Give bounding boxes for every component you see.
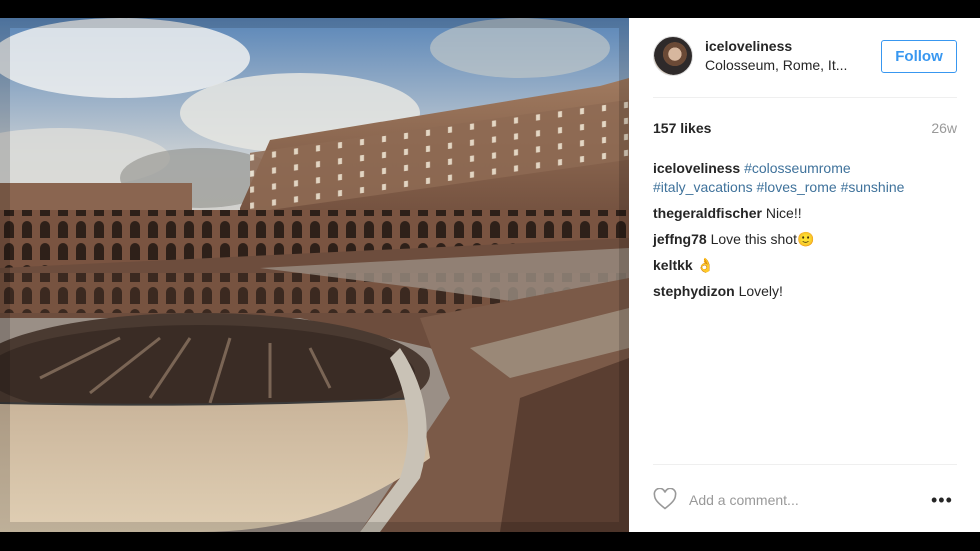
comment-text: Love this shot🙂: [710, 231, 815, 247]
location-link[interactable]: Colosseum, Rome, It...: [705, 57, 865, 73]
hashtag-link[interactable]: #colosseumrome: [744, 160, 851, 176]
comment-item: keltkk 👌: [653, 256, 957, 275]
comment-username[interactable]: keltkk: [653, 257, 693, 273]
caption-username[interactable]: iceloveliness: [653, 160, 740, 176]
post-modal: iceloveliness Colosseum, Rome, It... Fol…: [0, 18, 980, 532]
follow-button[interactable]: Follow: [881, 40, 957, 73]
comment-item: thegeraldfischer Nice!!: [653, 204, 957, 223]
more-options-icon[interactable]: •••: [931, 490, 957, 510]
post-photo[interactable]: [0, 18, 629, 532]
colosseum-image: [0, 18, 629, 532]
caption: iceloveliness #colosseumrome #italy_vaca…: [653, 159, 957, 197]
username-link[interactable]: iceloveliness: [705, 38, 792, 54]
post-time[interactable]: 26w: [931, 120, 957, 136]
comment-text: Lovely!: [738, 283, 783, 299]
heart-outline-icon[interactable]: [653, 488, 677, 510]
hashtag-link[interactable]: #loves_rome: [757, 179, 837, 195]
hashtag-link[interactable]: #italy_vacations: [653, 179, 753, 195]
add-comment-input[interactable]: [689, 490, 919, 510]
divider: [653, 97, 957, 98]
hashtag-link[interactable]: #sunshine: [841, 179, 905, 195]
comment-username[interactable]: jeffng78: [653, 231, 707, 247]
avatar[interactable]: [653, 36, 693, 76]
comment-item: stephydizon Lovely!: [653, 282, 957, 301]
comments-list: iceloveliness #colosseumrome #italy_vaca…: [653, 159, 957, 308]
divider: [653, 464, 957, 465]
comment-username[interactable]: thegeraldfischer: [653, 205, 762, 221]
post-sidebar: iceloveliness Colosseum, Rome, It... Fol…: [629, 18, 980, 532]
comment-item: jeffng78 Love this shot🙂: [653, 230, 957, 249]
post-header: iceloveliness Colosseum, Rome, It... Fol…: [629, 18, 980, 98]
comment-username[interactable]: stephydizon: [653, 283, 735, 299]
comment-text: Nice!!: [765, 205, 802, 221]
comment-text: 👌: [696, 257, 715, 273]
likes-count[interactable]: 157 likes: [653, 120, 711, 136]
